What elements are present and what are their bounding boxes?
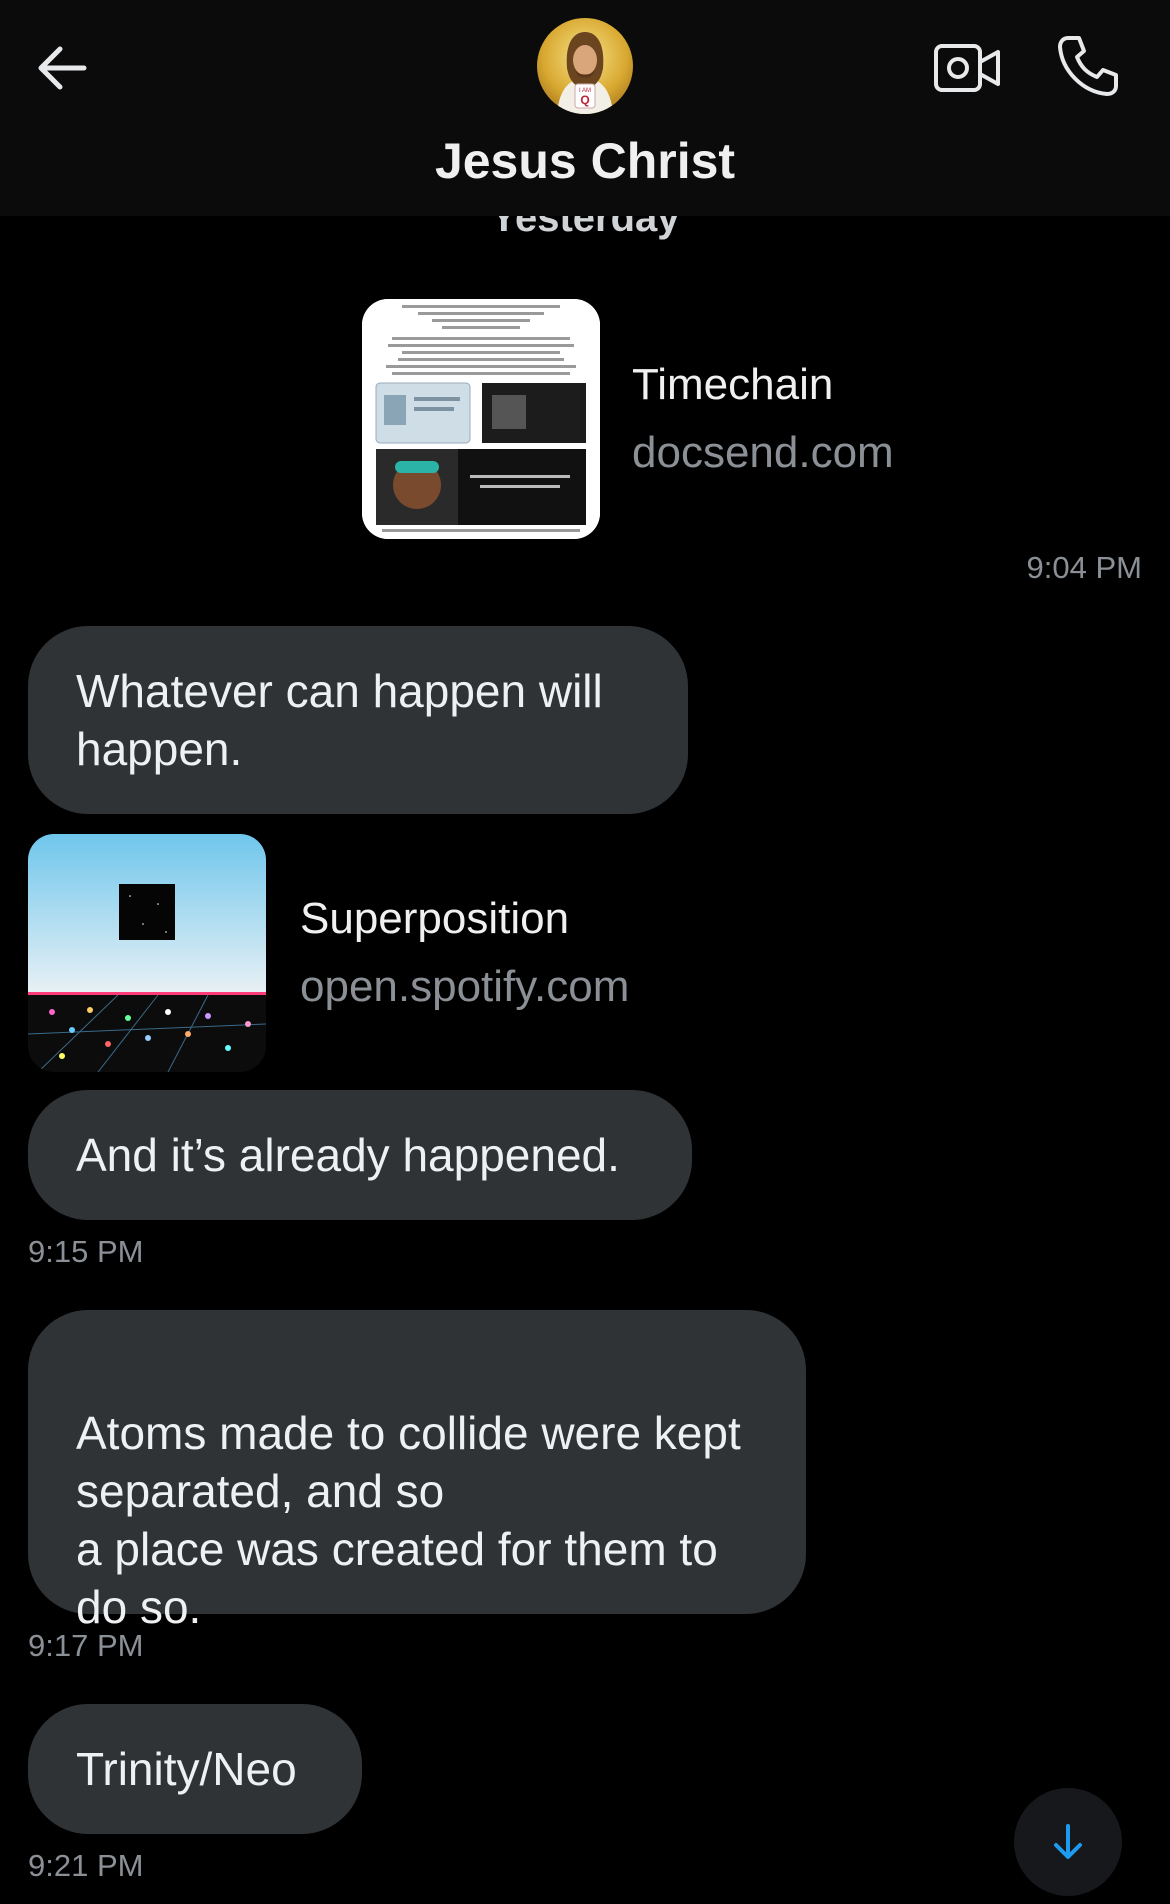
message-bubble[interactable]: Trinity/Neo xyxy=(28,1704,362,1834)
link-domain: docsend.com xyxy=(632,428,894,477)
video-call-button[interactable] xyxy=(932,36,1004,100)
link-title: Timechain xyxy=(632,360,834,409)
phone-icon xyxy=(1058,36,1118,96)
link-card-superposition[interactable]: Superposition open.spotify.com xyxy=(28,834,629,1072)
link-thumbnail xyxy=(362,299,600,539)
message-timestamp: 9:15 PM xyxy=(28,1234,144,1269)
video-camera-icon xyxy=(934,44,1000,92)
avatar-image: I AM Q xyxy=(557,32,613,114)
scroll-to-bottom-button[interactable] xyxy=(1014,1788,1122,1896)
chat-header: I AM Q Jesus Christ xyxy=(0,0,1170,216)
link-title: Superposition xyxy=(300,894,570,943)
message-bubble[interactable]: Atoms made to collide were kept separate… xyxy=(28,1310,806,1633)
message-text: Trinity/Neo xyxy=(76,1743,297,1795)
avatar-text-bottom: Q xyxy=(580,93,589,107)
message-text: Atoms made to collide were kept separate… xyxy=(76,1407,741,1633)
arrow-left-icon xyxy=(38,46,87,90)
message-bubble[interactable]: Whatever can happen will happen. xyxy=(28,626,688,814)
avatar[interactable]: I AM Q xyxy=(537,18,633,114)
voice-call-button[interactable] xyxy=(1052,30,1124,102)
arrow-down-icon xyxy=(1054,1824,1082,1859)
message-text: Whatever can happen will happen. xyxy=(76,665,603,775)
document-preview-image xyxy=(362,299,600,539)
conversation-title[interactable]: Jesus Christ xyxy=(0,132,1170,190)
album-art-image xyxy=(28,834,266,1072)
message-timestamp: 9:04 PM xyxy=(1026,550,1142,585)
back-button[interactable] xyxy=(30,36,94,100)
link-domain: open.spotify.com xyxy=(300,962,630,1011)
message-text: And it’s already happened. xyxy=(76,1129,620,1181)
link-thumbnail xyxy=(28,834,266,1072)
message-timestamp: 9:21 PM xyxy=(28,1848,144,1883)
link-card-timechain[interactable]: Timechain docsend.com xyxy=(362,299,894,539)
message-timestamp: 9:17 PM xyxy=(28,1628,144,1663)
message-bubble[interactable]: And it’s already happened. xyxy=(28,1090,692,1220)
